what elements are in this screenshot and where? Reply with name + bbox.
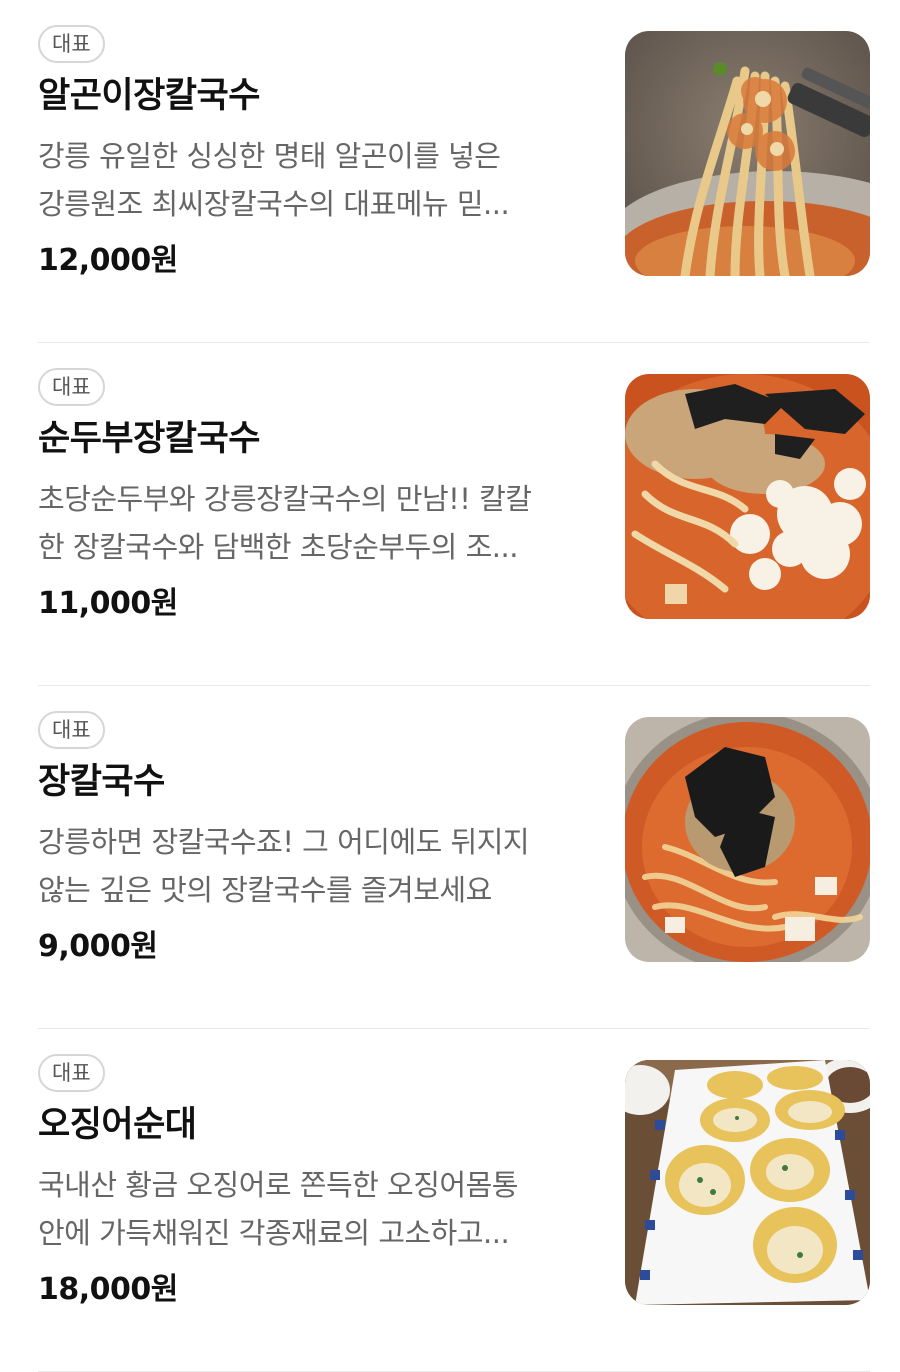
menu-item-description-line: 강릉하면 장칼국수죠! 그 어디에도 뒤지지: [38, 825, 530, 859]
menu-item-description: 강릉하면 장칼국수죠! 그 어디에도 뒤지지 않는 깊은 맛의 장칼국수를 즐겨…: [38, 818, 588, 914]
menu-item-sundubu-jangkalguksu[interactable]: 대표 순두부장칼국수 초당순두부와 강릉장칼국수의 만남!! 칼칼 한 장칼국수…: [38, 343, 870, 686]
menu-item-description: 강릉 유일한 싱싱한 명태 알곤이를 넣은 강릉원조 최씨장칼국수의 대표메뉴 …: [38, 132, 588, 228]
menu-item-description-line: 한 장칼국수와 담백한 초당순부두의 조...: [38, 530, 518, 564]
menu-item-name: 오징어순대: [38, 1105, 197, 1145]
noodle-soup-bowl-photo[interactable]: [625, 717, 870, 962]
menu-item-ojingeo-sundae[interactable]: 대표 오징어순대 국내산 황금 오징어로 쫀득한 오징어몸통 안에 가득채워진 …: [38, 1029, 870, 1372]
signature-badge: 대표: [38, 1054, 105, 1092]
noodle-lift-photo[interactable]: [625, 31, 870, 276]
menu-item-price: 18,000원: [38, 1272, 178, 1307]
signature-badge: 대표: [38, 25, 105, 63]
menu-item-price: 11,000원: [38, 586, 178, 621]
menu-item-description-line: 국내산 황금 오징어로 쫀득한 오징어몸통: [38, 1168, 518, 1202]
squid-sundae-plate-photo[interactable]: [625, 1060, 870, 1305]
menu-item-name: 장칼국수: [38, 762, 165, 802]
menu-item-description: 국내산 황금 오징어로 쫀득한 오징어몸통 안에 가득채워진 각종재료의 고소하…: [38, 1161, 588, 1257]
menu-item-description-line: 강릉원조 최씨장칼국수의 대표메뉴 믿...: [38, 187, 510, 221]
menu-item-price: 12,000원: [38, 243, 178, 278]
menu-item-price: 9,000원: [38, 929, 158, 964]
menu-item-jangkalguksu[interactable]: 대표 장칼국수 강릉하면 장칼국수죠! 그 어디에도 뒤지지 않는 깊은 맛의 …: [38, 686, 870, 1029]
menu-item-description-line: 안에 가득채워진 각종재료의 고소하고...: [38, 1216, 510, 1250]
menu-item-name: 순두부장칼국수: [38, 419, 260, 459]
signature-badge: 대표: [38, 368, 105, 406]
tofu-noodle-soup-photo[interactable]: [625, 374, 870, 619]
signature-badge: 대표: [38, 711, 105, 749]
menu-item-description-line: 강릉 유일한 싱싱한 명태 알곤이를 넣은: [38, 139, 501, 173]
menu-item-alkon-jangkalguksu[interactable]: 대표 알곤이장칼국수 강릉 유일한 싱싱한 명태 알곤이를 넣은 강릉원조 최씨…: [38, 0, 870, 343]
menu-item-name: 알곤이장칼국수: [38, 76, 260, 116]
menu-item-description-line: 초당순두부와 강릉장칼국수의 만남!! 칼칼: [38, 482, 532, 516]
menu-item-description: 초당순두부와 강릉장칼국수의 만남!! 칼칼 한 장칼국수와 담백한 초당순부두…: [38, 475, 588, 571]
menu-item-description-line: 않는 깊은 맛의 장칼국수를 즐겨보세요: [38, 873, 492, 907]
menu-list: 대표 알곤이장칼국수 강릉 유일한 싱싱한 명태 알곤이를 넣은 강릉원조 최씨…: [0, 0, 900, 1372]
